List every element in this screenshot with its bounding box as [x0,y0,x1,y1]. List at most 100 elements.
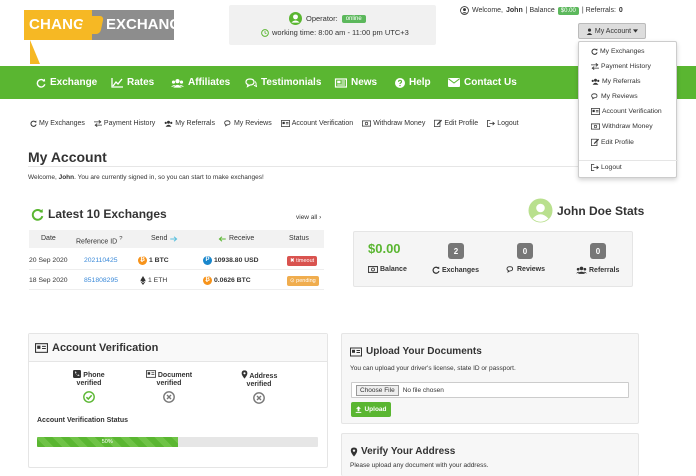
verify-address-description: Please upload any document with your add… [350,462,489,469]
subnav-my-exchanges-label: My Exchanges [39,119,85,127]
subnav-payment-history-label: Payment History [103,119,156,127]
row-reference-link[interactable]: 851808295 [84,271,118,290]
comments-icon [506,266,515,273]
money-icon [591,123,600,130]
stats-exchanges-label-text: Exchanges [442,266,479,274]
nav-news-label: News [351,77,378,88]
users-icon [576,266,587,274]
verification-phone-icon-wrap [49,391,129,403]
comments-icon [224,119,232,127]
status-badge-pending: ⊙ pending [287,275,319,286]
nav-rates-label: Rates [127,77,155,88]
status-badge-pending-text: pending [296,277,316,284]
title-divider [28,166,638,167]
dropdown-account-verification-label: Account Verification [602,108,662,115]
latest-exchanges-title: Latest 10 Exchanges [31,207,167,221]
subnav-account-verification-label: Account Verification [291,119,354,127]
row-send-amount: 1 BTC [149,257,169,264]
dropdown-my-referrals[interactable]: My Referrals [591,78,641,85]
stats-reviews-label: Reviews [506,266,545,273]
logo-tail-shape [30,40,48,64]
subnav-withdraw-money[interactable]: Withdraw Money [362,120,425,127]
upload-documents-title: Upload Your Documents [366,346,482,357]
row-receive-amount: 10938.80 USD [214,251,259,270]
edit-icon [434,119,443,127]
page-title: My Account [28,149,107,165]
nav-contact-us[interactable]: Contact Us [448,66,517,99]
map-marker-icon [350,446,358,457]
nav-help[interactable]: Help [395,66,431,99]
user-icon [460,6,469,15]
dropdown-withdraw-money[interactable]: Withdraw Money [591,123,653,130]
row-receive: P 10938.80 USD [203,251,259,270]
dropdown-my-reviews[interactable]: My Reviews [591,93,638,100]
subnav-edit-profile-label: Edit Profile [444,119,479,127]
dropdown-logout-label: Logout [601,164,622,171]
subnav-my-reviews[interactable]: My Reviews [224,120,272,127]
subnav-my-exchanges[interactable]: My Exchanges [30,120,85,127]
bitcoin-icon: ₿ [203,276,212,285]
refresh-icon [591,48,598,55]
ref-help-marker[interactable]: ? [119,236,122,242]
file-input[interactable]: Choose File No file chosen [351,382,629,398]
subnav-logout[interactable]: Logout [487,119,519,127]
id-card-icon [35,342,48,353]
upload-button[interactable]: Upload [351,402,391,417]
subnav-edit-profile[interactable]: Edit Profile [434,119,478,127]
upload-icon [355,406,362,413]
nav-testimonials[interactable]: Testimonials [245,66,321,99]
check-circle-icon [83,391,95,403]
subnav-my-referrals[interactable]: My Referrals [164,120,215,127]
verification-address: Address verified [219,370,299,404]
row-date: 20 Sep 2020 [29,257,68,264]
stats-exchanges-label: Exchanges [432,266,479,274]
account-dropdown-menu: My Exchanges Payment History My Referral… [578,41,678,178]
site-logo[interactable]: CHANGE EXCHANGE [24,6,191,64]
verification-document-label-text: Document [157,372,193,379]
verification-phone-status: verified [76,380,102,387]
dropdown-payment-history[interactable]: Payment History [591,63,651,70]
table-header-row: Date Reference ID ? Send Receive Status [29,230,324,248]
arrows-icon [93,119,102,127]
nav-affiliates[interactable]: Affiliates [171,66,230,99]
nav-testimonials-label: Testimonials [261,77,322,88]
operator-row: Operator: online [289,12,366,25]
caret-down-icon [633,29,639,33]
verification-document-label: Document verified [129,370,209,388]
col-reference-id: Reference ID ? [76,230,122,248]
table-row[interactable]: 18 Sep 2020 851808295 1 ETH ₿ 0.0626 BTC… [29,271,324,290]
subnav-account-verification[interactable]: Account Verification [280,119,354,127]
my-account-button[interactable]: My Account [578,23,646,39]
upload-button-label: Upload [364,406,387,413]
upload-documents-header: Upload Your Documents [350,346,482,357]
dropdown-my-exchanges-label: My Exchanges [600,48,645,55]
row-send-amount: 1 ETH [148,277,168,284]
stats-referrals-label-text: Referrals [589,266,620,274]
arrow-right-icon [170,236,178,242]
choose-file-button[interactable]: Choose File [356,384,399,396]
users-icon [164,120,173,127]
nav-rates[interactable]: Rates [111,66,154,99]
col-status: Status [289,235,309,242]
dropdown-account-verification[interactable]: Account Verification [591,108,662,115]
logo-text-right: EXCHANGE [92,10,191,40]
dropdown-edit-profile[interactable]: Edit Profile [591,138,634,146]
nav-exchange[interactable]: Exchange [36,66,97,99]
verification-address-label-text: Address [249,373,278,380]
table-row[interactable]: 20 Sep 2020 202110425 ₿ 1 BTC P 10938.80… [29,251,324,270]
nav-news[interactable]: News [334,66,377,99]
bitcoin-icon: ₿ [138,256,147,265]
col-receive-label: Receive [229,235,255,242]
logout-icon [487,119,496,127]
stats-exchanges-count: 2 [448,243,464,259]
operator-online-badge: online [341,14,366,23]
dropdown-logout[interactable]: Logout [591,164,622,171]
view-all-link[interactable]: view all › [296,214,321,221]
dropdown-my-exchanges[interactable]: My Exchanges [591,48,645,55]
dropdown-my-referrals-label: My Referrals [602,78,641,85]
verification-progress-fill: 50% [37,437,178,447]
subnav-payment-history[interactable]: Payment History [93,119,156,127]
newspaper-icon [334,77,347,88]
row-reference-link[interactable]: 202110425 [84,251,118,270]
id-card-icon [145,370,156,378]
